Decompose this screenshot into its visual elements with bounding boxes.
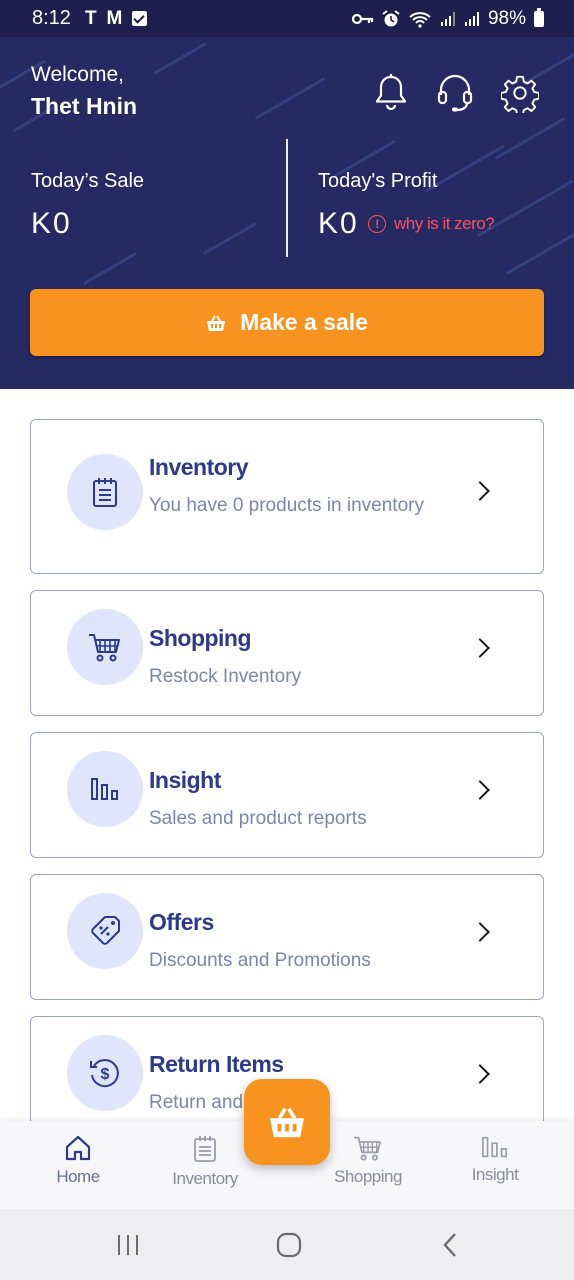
bar-chart-icon [91,778,118,800]
menu-card-offers[interactable]: Offers Discounts and Promotions [30,874,544,1000]
signal-icon [440,11,455,26]
welcome-text: Welcome, [31,63,124,86]
shopping-icon-circle [67,609,143,685]
clipboard-icon [194,1136,216,1162]
t-mobile-icon: T [84,7,97,29]
inventory-title: Inventory [149,454,249,480]
support-headset-icon[interactable] [436,73,474,113]
shopping-title: Shopping [149,625,252,651]
offers-subtitle: Discounts and Promotions [149,950,371,971]
insight-icon-circle [67,751,143,827]
offers-title: Offers [149,909,214,935]
chevron-right-icon [470,922,490,942]
nav-inventory-label: Inventory [172,1169,238,1188]
nav-shopping-label: Shopping [334,1167,402,1186]
refund-dollar-icon: $ [90,1059,119,1088]
nav-inventory[interactable]: Inventory [155,1135,255,1189]
nav-shopping[interactable]: Shopping [318,1135,418,1187]
insight-subtitle: Sales and product reports [149,808,367,829]
recent-apps-icon[interactable] [116,1233,140,1257]
bar-chart-icon [482,1136,508,1158]
menu-card-insight[interactable]: Insight Sales and product reports [30,732,544,858]
todays-profit-value: K0 [318,207,359,240]
shopping-subtitle: Restock Inventory [149,666,302,687]
alarm-icon [382,9,400,26]
key-icon [351,13,374,24]
mail-icon: M [106,7,123,29]
todays-profit-label: Today's Profit [318,170,438,192]
basket-icon [207,314,226,331]
return-icon-circle: $ [67,1035,143,1111]
status-time: 8:12 [32,7,71,29]
clipboard-icon [93,478,117,507]
todays-sale-value: K0 [31,207,72,240]
nav-home-label: Home [56,1167,100,1186]
battery-percent: 98% [487,7,526,29]
settings-gear-icon[interactable] [501,73,539,113]
home-system-icon[interactable] [276,1232,302,1258]
info-icon: ! [368,215,386,233]
checkbox-notification-icon [132,11,148,26]
cart-icon [89,634,120,662]
inventory-icon-circle [67,454,143,530]
signal-icon-2 [464,11,479,26]
menu-card-shopping[interactable]: Shopping Restock Inventory [30,590,544,716]
dashboard-header: Welcome, Thet Hnin Today’s Sale K0 Today… [0,37,574,389]
wifi-icon [409,11,431,28]
cart-icon [354,1136,381,1161]
nav-home[interactable]: Home [28,1135,128,1187]
battery-icon [534,7,544,27]
svg-text:$: $ [101,1066,110,1083]
basket-icon [270,1107,304,1138]
stats-divider [286,139,288,257]
why-zero-text: why is it zero? [394,214,495,233]
tag-icon [91,916,120,945]
menu-card-inventory[interactable]: Inventory You have 0 products in invento… [30,419,544,574]
insight-title: Insight [149,767,221,793]
home-icon [65,1135,91,1161]
return-items-title: Return Items [149,1051,284,1077]
back-icon[interactable] [440,1231,460,1259]
chevron-right-icon [470,638,490,658]
offers-icon-circle [67,893,143,969]
make-sale-button[interactable]: Make a sale [30,289,544,356]
chevron-right-icon [470,481,490,501]
user-name: Thet Hnin [31,93,138,119]
basket-fab-button[interactable] [244,1079,330,1165]
why-zero-link[interactable]: ! why is it zero? [368,214,495,234]
bell-icon[interactable] [372,73,410,113]
status-bar: 8:12 T M 98% [0,0,574,37]
todays-sale-label: Today’s Sale [31,170,145,192]
chevron-right-icon [470,780,490,800]
system-nav-bar [0,1209,574,1280]
chevron-right-icon [470,1064,490,1084]
nav-insight-label: Insight [471,1165,519,1184]
inventory-subtitle: You have 0 products in inventory [149,495,424,516]
make-sale-label: Make a sale [240,309,368,335]
nav-insight[interactable]: Insight [445,1135,545,1185]
